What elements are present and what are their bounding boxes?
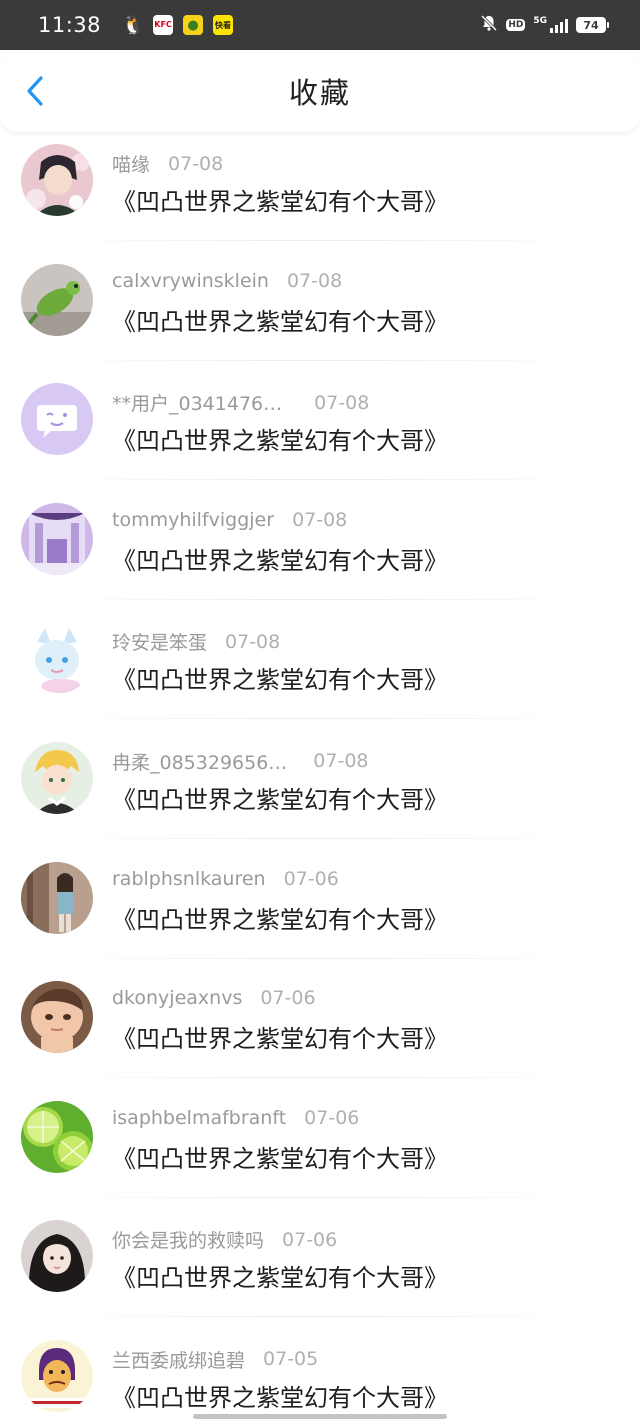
item-meta: 玲安是笨蛋 07-08 bbox=[112, 628, 280, 655]
date: 07-08 bbox=[225, 630, 281, 653]
username[interactable]: rablphsnlkauren bbox=[112, 868, 266, 890]
username[interactable]: dkonyjeaxnvs bbox=[112, 987, 242, 1009]
item-meta: tommyhilfviggjer 07-08 bbox=[112, 509, 347, 531]
list-item[interactable]: dkonyjeaxnvs 07-06 《凹凸世界之紫堂幻有个大哥》 bbox=[0, 975, 640, 1095]
avatar[interactable] bbox=[21, 263, 93, 336]
network-type: 5G bbox=[533, 16, 547, 26]
hd-badge: HD bbox=[506, 19, 526, 31]
list-item[interactable]: 玲安是笨蛋 07-08 《凹凸世界之紫堂幻有个大哥》 bbox=[0, 616, 640, 736]
list-item[interactable]: **用户_0341476… 07-08 《凹凸世界之紫堂幻有个大哥》 bbox=[0, 377, 640, 497]
book-title[interactable]: 《凹凸世界之紫堂幻有个大哥》 bbox=[112, 900, 448, 935]
book-title[interactable]: 《凹凸世界之紫堂幻有个大哥》 bbox=[112, 1139, 448, 1174]
username[interactable]: 兰西委戚绑追碧 bbox=[112, 1346, 245, 1373]
item-meta: 喵缘 07-08 bbox=[112, 150, 223, 177]
username[interactable]: calxvrywinsklein bbox=[112, 270, 269, 292]
avatar[interactable] bbox=[21, 1339, 93, 1412]
list-item[interactable]: tommyhilfviggjer 07-08 《凹凸世界之紫堂幻有个大哥》 bbox=[0, 497, 640, 617]
username[interactable]: tommyhilfviggjer bbox=[112, 509, 274, 531]
item-meta: 兰西委戚绑追碧 07-05 bbox=[112, 1346, 318, 1373]
username[interactable]: **用户_0341476… bbox=[112, 389, 282, 416]
divider bbox=[100, 837, 540, 839]
date: 07-06 bbox=[283, 867, 339, 890]
book-title[interactable]: 《凹凸世界之紫堂幻有个大哥》 bbox=[112, 1378, 448, 1413]
kuaikan-icon: 快看 bbox=[213, 15, 234, 35]
divider bbox=[100, 240, 540, 241]
avatar[interactable] bbox=[21, 502, 93, 575]
username[interactable]: 冉柔_085329656… bbox=[112, 748, 287, 775]
list-item[interactable]: isaphbelmafbranft 07-06 《凹凸世界之紫堂幻有个大哥》 bbox=[0, 1095, 640, 1215]
book-title[interactable]: 《凹凸世界之紫堂幻有个大哥》 bbox=[112, 780, 448, 815]
item-meta: **用户_0341476… 07-08 bbox=[112, 389, 369, 416]
divider bbox=[100, 1316, 540, 1318]
divider bbox=[100, 359, 540, 361]
date: 07-08 bbox=[168, 152, 224, 175]
notification-app-icons: 🐧 KFC ● 快看 bbox=[123, 15, 234, 35]
qq-penguin-icon: 🐧 bbox=[123, 15, 144, 35]
username[interactable]: isaphbelmafbranft bbox=[112, 1107, 286, 1129]
divider bbox=[100, 1196, 540, 1198]
item-meta: calxvrywinsklein 07-08 bbox=[112, 270, 342, 292]
book-title[interactable]: 《凹凸世界之紫堂幻有个大哥》 bbox=[112, 1258, 448, 1293]
divider bbox=[100, 479, 540, 481]
avatar[interactable] bbox=[21, 741, 93, 814]
divider bbox=[100, 718, 540, 720]
date: 07-08 bbox=[313, 750, 369, 773]
list-item[interactable]: rablphsnlkauren 07-06 《凹凸世界之紫堂幻有个大哥》 bbox=[0, 856, 640, 976]
item-meta: 冉柔_085329656… 07-08 bbox=[112, 748, 369, 775]
date: 07-06 bbox=[260, 987, 316, 1010]
username[interactable]: 玲安是笨蛋 bbox=[112, 628, 207, 655]
avatar[interactable] bbox=[21, 144, 93, 216]
list-item[interactable]: 喵缘 07-08 《凹凸世界之紫堂幻有个大哥》 bbox=[0, 138, 640, 258]
status-time: 11:38 bbox=[38, 13, 102, 37]
date: 07-05 bbox=[263, 1348, 319, 1371]
item-meta: isaphbelmafbranft 07-06 bbox=[112, 1107, 359, 1129]
kfc-icon: KFC bbox=[153, 15, 174, 35]
lemon-app-icon: ● bbox=[183, 15, 204, 35]
list-item[interactable]: 冉柔_085329656… 07-08 《凹凸世界之紫堂幻有个大哥》 bbox=[0, 736, 640, 856]
list-item[interactable]: 兰西委戚绑追碧 07-05 《凹凸世界之紫堂幻有个大哥》 bbox=[0, 1334, 640, 1422]
username[interactable]: 喵缘 bbox=[112, 150, 150, 177]
divider bbox=[100, 598, 540, 600]
chevron-left-icon bbox=[27, 76, 43, 106]
date: 07-06 bbox=[304, 1106, 360, 1129]
avatar[interactable] bbox=[21, 1100, 93, 1173]
book-title[interactable]: 《凹凸世界之紫堂幻有个大哥》 bbox=[112, 302, 448, 337]
item-meta: rablphsnlkauren 07-06 bbox=[112, 868, 339, 890]
nav-header: 收藏 bbox=[0, 50, 640, 132]
divider bbox=[100, 957, 540, 959]
home-indicator[interactable] bbox=[193, 1414, 447, 1419]
book-title[interactable]: 《凹凸世界之紫堂幻有个大哥》 bbox=[112, 421, 448, 456]
book-title[interactable]: 《凹凸世界之紫堂幻有个大哥》 bbox=[112, 1019, 448, 1054]
book-title[interactable]: 《凹凸世界之紫堂幻有个大哥》 bbox=[112, 182, 448, 217]
list-item[interactable]: 你会是我的救赎吗 07-06 《凹凸世界之紫堂幻有个大哥》 bbox=[0, 1214, 640, 1334]
battery-icon: 74 bbox=[576, 17, 609, 33]
item-meta: 你会是我的救赎吗 07-06 bbox=[112, 1226, 337, 1253]
avatar[interactable] bbox=[21, 622, 93, 695]
bell-muted-icon bbox=[480, 14, 498, 36]
item-meta: dkonyjeaxnvs 07-06 bbox=[112, 987, 316, 1009]
avatar[interactable] bbox=[21, 1220, 93, 1293]
list-item[interactable]: calxvrywinsklein 07-08 《凹凸世界之紫堂幻有个大哥》 bbox=[0, 258, 640, 378]
page-title: 收藏 bbox=[288, 76, 351, 110]
avatar[interactable] bbox=[21, 861, 93, 934]
status-bar: 11:38 🐧 KFC ● 快看 HD 5G 74 bbox=[0, 0, 640, 50]
book-title[interactable]: 《凹凸世界之紫堂幻有个大哥》 bbox=[112, 660, 448, 695]
username[interactable]: 你会是我的救赎吗 bbox=[112, 1226, 264, 1253]
date: 07-08 bbox=[292, 508, 348, 531]
battery-level: 74 bbox=[583, 18, 599, 32]
avatar[interactable] bbox=[21, 981, 93, 1054]
date: 07-08 bbox=[314, 391, 370, 414]
favorites-list: 喵缘 07-08 《凹凸世界之紫堂幻有个大哥》 calxvrywinsklein… bbox=[0, 138, 640, 1422]
divider bbox=[100, 1077, 540, 1079]
date: 07-06 bbox=[282, 1228, 338, 1251]
signal-icon: 5G bbox=[533, 17, 568, 33]
status-indicators: HD 5G 74 bbox=[480, 0, 609, 50]
avatar[interactable] bbox=[21, 383, 93, 456]
book-title[interactable]: 《凹凸世界之紫堂幻有个大哥》 bbox=[112, 541, 448, 576]
back-button[interactable] bbox=[20, 76, 50, 106]
date: 07-08 bbox=[286, 269, 343, 292]
